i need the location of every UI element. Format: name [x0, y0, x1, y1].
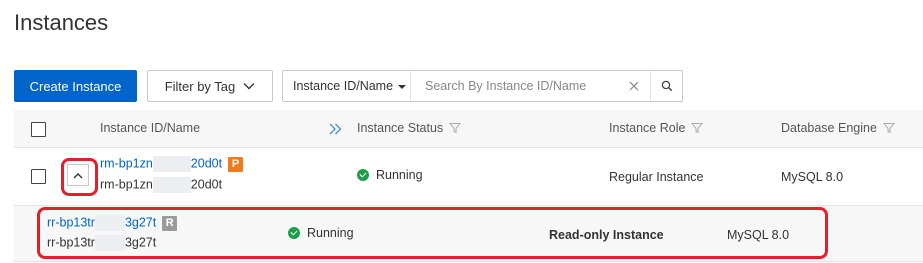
instance-id-cell: rr-bp13tr 3g27t R — [47, 215, 178, 231]
search-field-select[interactable]: Instance ID/Name — [283, 71, 411, 101]
table-header: Instance ID/Name Instance Status Instanc… — [14, 110, 923, 148]
status-cell: Running — [357, 168, 423, 182]
collapse-row-button[interactable] — [67, 164, 89, 186]
status-text: Running — [376, 168, 423, 182]
running-status-icon — [288, 227, 300, 239]
row-checkbox[interactable] — [31, 169, 46, 184]
search-icon — [661, 80, 672, 92]
instance-id-link[interactable]: rr-bp13tr 3g27t — [47, 215, 156, 231]
table-row: rr-bp13tr 3g27t R rr-bp13tr 3g27t Running … — [14, 206, 923, 262]
clear-icon[interactable] — [618, 71, 650, 101]
column-header-status: Instance Status — [357, 121, 462, 135]
primary-badge: P — [228, 156, 244, 172]
double-chevron-right-icon[interactable] — [329, 123, 342, 135]
toolbar: Create Instance Filter by Tag Instance I… — [14, 70, 683, 102]
table-row: rm-bp1zn 20d0t P rm-bp1zn 20d0t Running Re… — [14, 148, 923, 206]
filter-by-tag-button[interactable]: Filter by Tag — [147, 70, 273, 102]
chevron-up-icon — [73, 172, 83, 178]
search-field-label: Instance ID/Name — [293, 79, 394, 93]
filter-funnel-icon[interactable] — [691, 122, 704, 134]
column-header-role: Instance Role — [609, 121, 704, 135]
chevron-down-icon — [243, 83, 255, 90]
instance-id-cell: rm-bp1zn 20d0t P — [100, 156, 244, 172]
search-button[interactable] — [650, 71, 682, 101]
select-all-checkbox[interactable] — [31, 122, 46, 137]
column-header-id-name: Instance ID/Name — [100, 121, 201, 135]
status-text: Running — [307, 226, 354, 240]
instance-id-link[interactable]: rm-bp1zn 20d0t — [100, 156, 222, 172]
filter-by-tag-label: Filter by Tag — [164, 78, 236, 94]
filter-funnel-icon[interactable] — [449, 122, 462, 134]
search-input[interactable] — [411, 71, 618, 101]
page-title: Instances — [14, 10, 109, 35]
role-cell: Regular Instance — [609, 170, 704, 184]
instance-name: rr-bp13tr 3g27t — [47, 235, 157, 251]
instance-name: rm-bp1zn 20d0t — [100, 177, 223, 193]
role-cell: Read-only Instance — [549, 228, 664, 242]
filter-funnel-icon[interactable] — [882, 122, 895, 134]
caret-down-icon — [398, 85, 407, 89]
engine-cell: MySQL 8.0 — [727, 228, 790, 242]
readonly-badge: R — [162, 215, 178, 231]
status-cell: Running — [288, 226, 354, 240]
create-instance-button[interactable]: Create Instance — [14, 70, 137, 102]
search-group: Instance ID/Name — [282, 70, 683, 102]
engine-cell: MySQL 8.0 — [781, 170, 844, 184]
column-header-engine: Database Engine — [781, 121, 895, 135]
running-status-icon — [357, 169, 369, 181]
